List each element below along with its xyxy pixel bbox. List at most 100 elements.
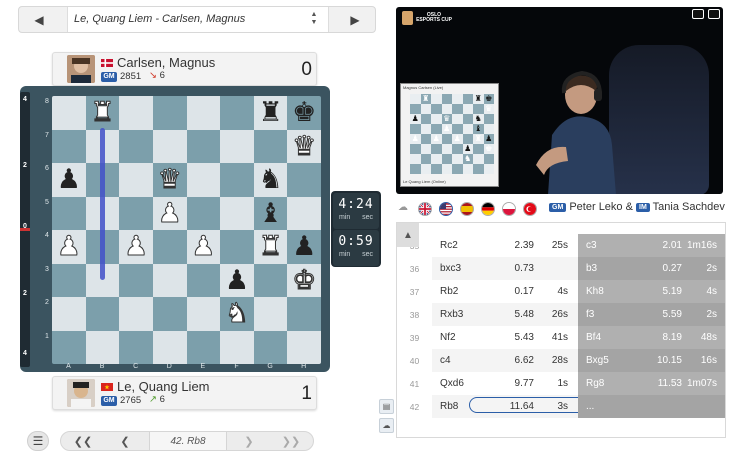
board-square[interactable] [52,129,86,163]
board-square[interactable]: ♜ [253,96,288,130]
board-square[interactable] [220,129,254,163]
white-queen-piece[interactable]: ♛ [292,132,317,160]
board-square[interactable] [253,297,288,331]
black-move-cell[interactable]: c3 2.01 1m16s [578,234,725,257]
black-rook-piece[interactable]: ♜ [258,99,282,126]
move-list[interactable]: 35Rc22.3925sc32.011m16s36bxc30.73b30.272… [396,222,726,438]
black-king-piece[interactable]: ♚ [292,99,316,126]
board-square[interactable] [52,330,86,364]
board-square[interactable] [152,230,187,264]
board-square[interactable] [186,129,221,163]
notation-toggle-icon[interactable]: ▤ [379,399,394,414]
board-square[interactable]: ♚ [287,263,321,297]
black-bishop-piece[interactable]: ♝ [258,199,282,227]
board-square[interactable]: ♛ [287,129,321,163]
next-game-button[interactable]: ▶ [335,7,375,32]
board-square[interactable]: ♝ [253,196,288,230]
board-square[interactable] [253,330,288,364]
board-square[interactable] [85,330,120,364]
black-move-cell[interactable]: f3 5.59 2s [578,303,725,326]
board-square[interactable]: ♟ [119,230,153,264]
board-square[interactable]: ♞ [253,163,288,197]
board-square[interactable]: ♟ [52,230,86,264]
chess-board[interactable]: ♜ ♜ ♚ ♛ ♟ ♛ ♞ ♟ ♝ ♟ ♟ ♟ ♜ ♟ ♟ ♚ ♞ [52,96,321,364]
comment-toggle-icon[interactable]: ☁ [379,418,394,433]
board-square[interactable]: ♛ [152,163,187,197]
board-square[interactable] [186,297,221,331]
popout-icon[interactable] [692,9,704,19]
board-square[interactable] [220,96,254,130]
board-square[interactable] [85,297,120,331]
fullscreen-icon[interactable] [708,9,720,19]
poland-flag-icon[interactable] [502,202,516,216]
board-square[interactable] [253,129,288,163]
black-pawn-piece[interactable]: ♟ [225,266,249,294]
board-square[interactable] [152,330,187,364]
game-dropdown-icon[interactable]: ▲ ▼ [307,11,321,27]
board-square[interactable] [52,196,86,230]
white-knight-piece[interactable]: ♞ [224,299,249,327]
board-square[interactable] [119,330,153,364]
board-square[interactable] [52,297,86,331]
spain-flag-icon[interactable] [460,202,474,216]
board-square[interactable] [119,96,153,130]
board-square[interactable] [186,330,221,364]
first-move-button[interactable]: ❮❮ [65,432,101,450]
previous-move-button[interactable]: ❮ [107,432,143,450]
board-square[interactable] [119,297,153,331]
board-square[interactable] [287,163,321,197]
white-rook-piece[interactable]: ♜ [90,98,115,126]
black-knight-piece[interactable]: ♞ [258,166,282,193]
board-square[interactable] [119,263,153,297]
black-move-cell[interactable]: b3 0.27 2s [578,257,725,280]
board-square[interactable] [220,230,254,264]
next-move-button[interactable]: ❯ [231,432,267,450]
white-king-piece[interactable]: ♚ [292,266,317,294]
white-move-cell[interactable]: Rxb3 5.48 26s [432,303,578,326]
board-square[interactable] [52,263,86,297]
board-square[interactable]: ♟ [220,263,254,297]
board-square[interactable] [287,196,321,230]
board-square[interactable] [186,196,221,230]
germany-flag-icon[interactable] [481,202,495,216]
board-square[interactable] [220,196,254,230]
game-title[interactable]: Le, Quang Liem - Carlsen, Magnus [67,7,329,32]
board-square[interactable] [220,163,254,197]
white-move-cell[interactable]: Rb8 11.64 3s [432,395,611,418]
board-square[interactable]: ♟ [186,230,221,264]
black-move-cell[interactable]: Bf4 8.19 48s [578,326,725,349]
board-square[interactable] [253,263,288,297]
board-square[interactable] [152,96,187,130]
board-square[interactable]: ♚ [287,96,321,130]
black-move-cell[interactable]: Bxg5 10.15 16s [578,349,725,372]
black-move-cell[interactable]: ... [578,395,725,418]
board-square[interactable] [186,96,221,130]
black-pawn-piece[interactable]: ♟ [57,166,81,193]
board-square[interactable] [152,263,187,297]
usa-flag-icon[interactable] [439,202,453,216]
white-pawn-piece[interactable]: ♟ [157,199,182,227]
board-square[interactable]: ♟ [287,230,321,264]
white-move-cell[interactable]: Nf2 5.43 41s [432,326,578,349]
white-move-cell[interactable]: Rc2 2.39 25s [432,234,578,257]
board-square[interactable] [119,129,153,163]
board-square[interactable] [52,96,86,130]
board-square[interactable] [287,330,321,364]
black-move-cell[interactable]: Kh8 5.19 4s [578,280,725,303]
board-square[interactable]: ♟ [152,196,187,230]
board-square[interactable] [152,129,187,163]
board-square[interactable] [186,263,221,297]
white-move-cell[interactable]: bxc3 0.73 [432,257,578,280]
white-move-cell[interactable]: Qxd6 9.77 1s [432,372,578,395]
board-square[interactable]: ♜ [253,230,288,264]
board-square[interactable] [287,297,321,331]
board-square[interactable]: ♟ [52,163,86,197]
white-move-cell[interactable]: c4 6.62 28s [432,349,578,372]
scroll-up-button[interactable]: ▲ [397,223,419,247]
black-move-cell[interactable]: Rg8 11.53 1m07s [578,372,725,395]
white-move-cell[interactable]: Rb2 0.17 4s [432,280,578,303]
white-pawn-piece[interactable]: ♟ [123,232,148,260]
menu-button[interactable]: ☰ [27,431,49,451]
white-pawn-piece[interactable]: ♟ [56,232,81,260]
board-square[interactable]: ♞ [220,297,254,331]
